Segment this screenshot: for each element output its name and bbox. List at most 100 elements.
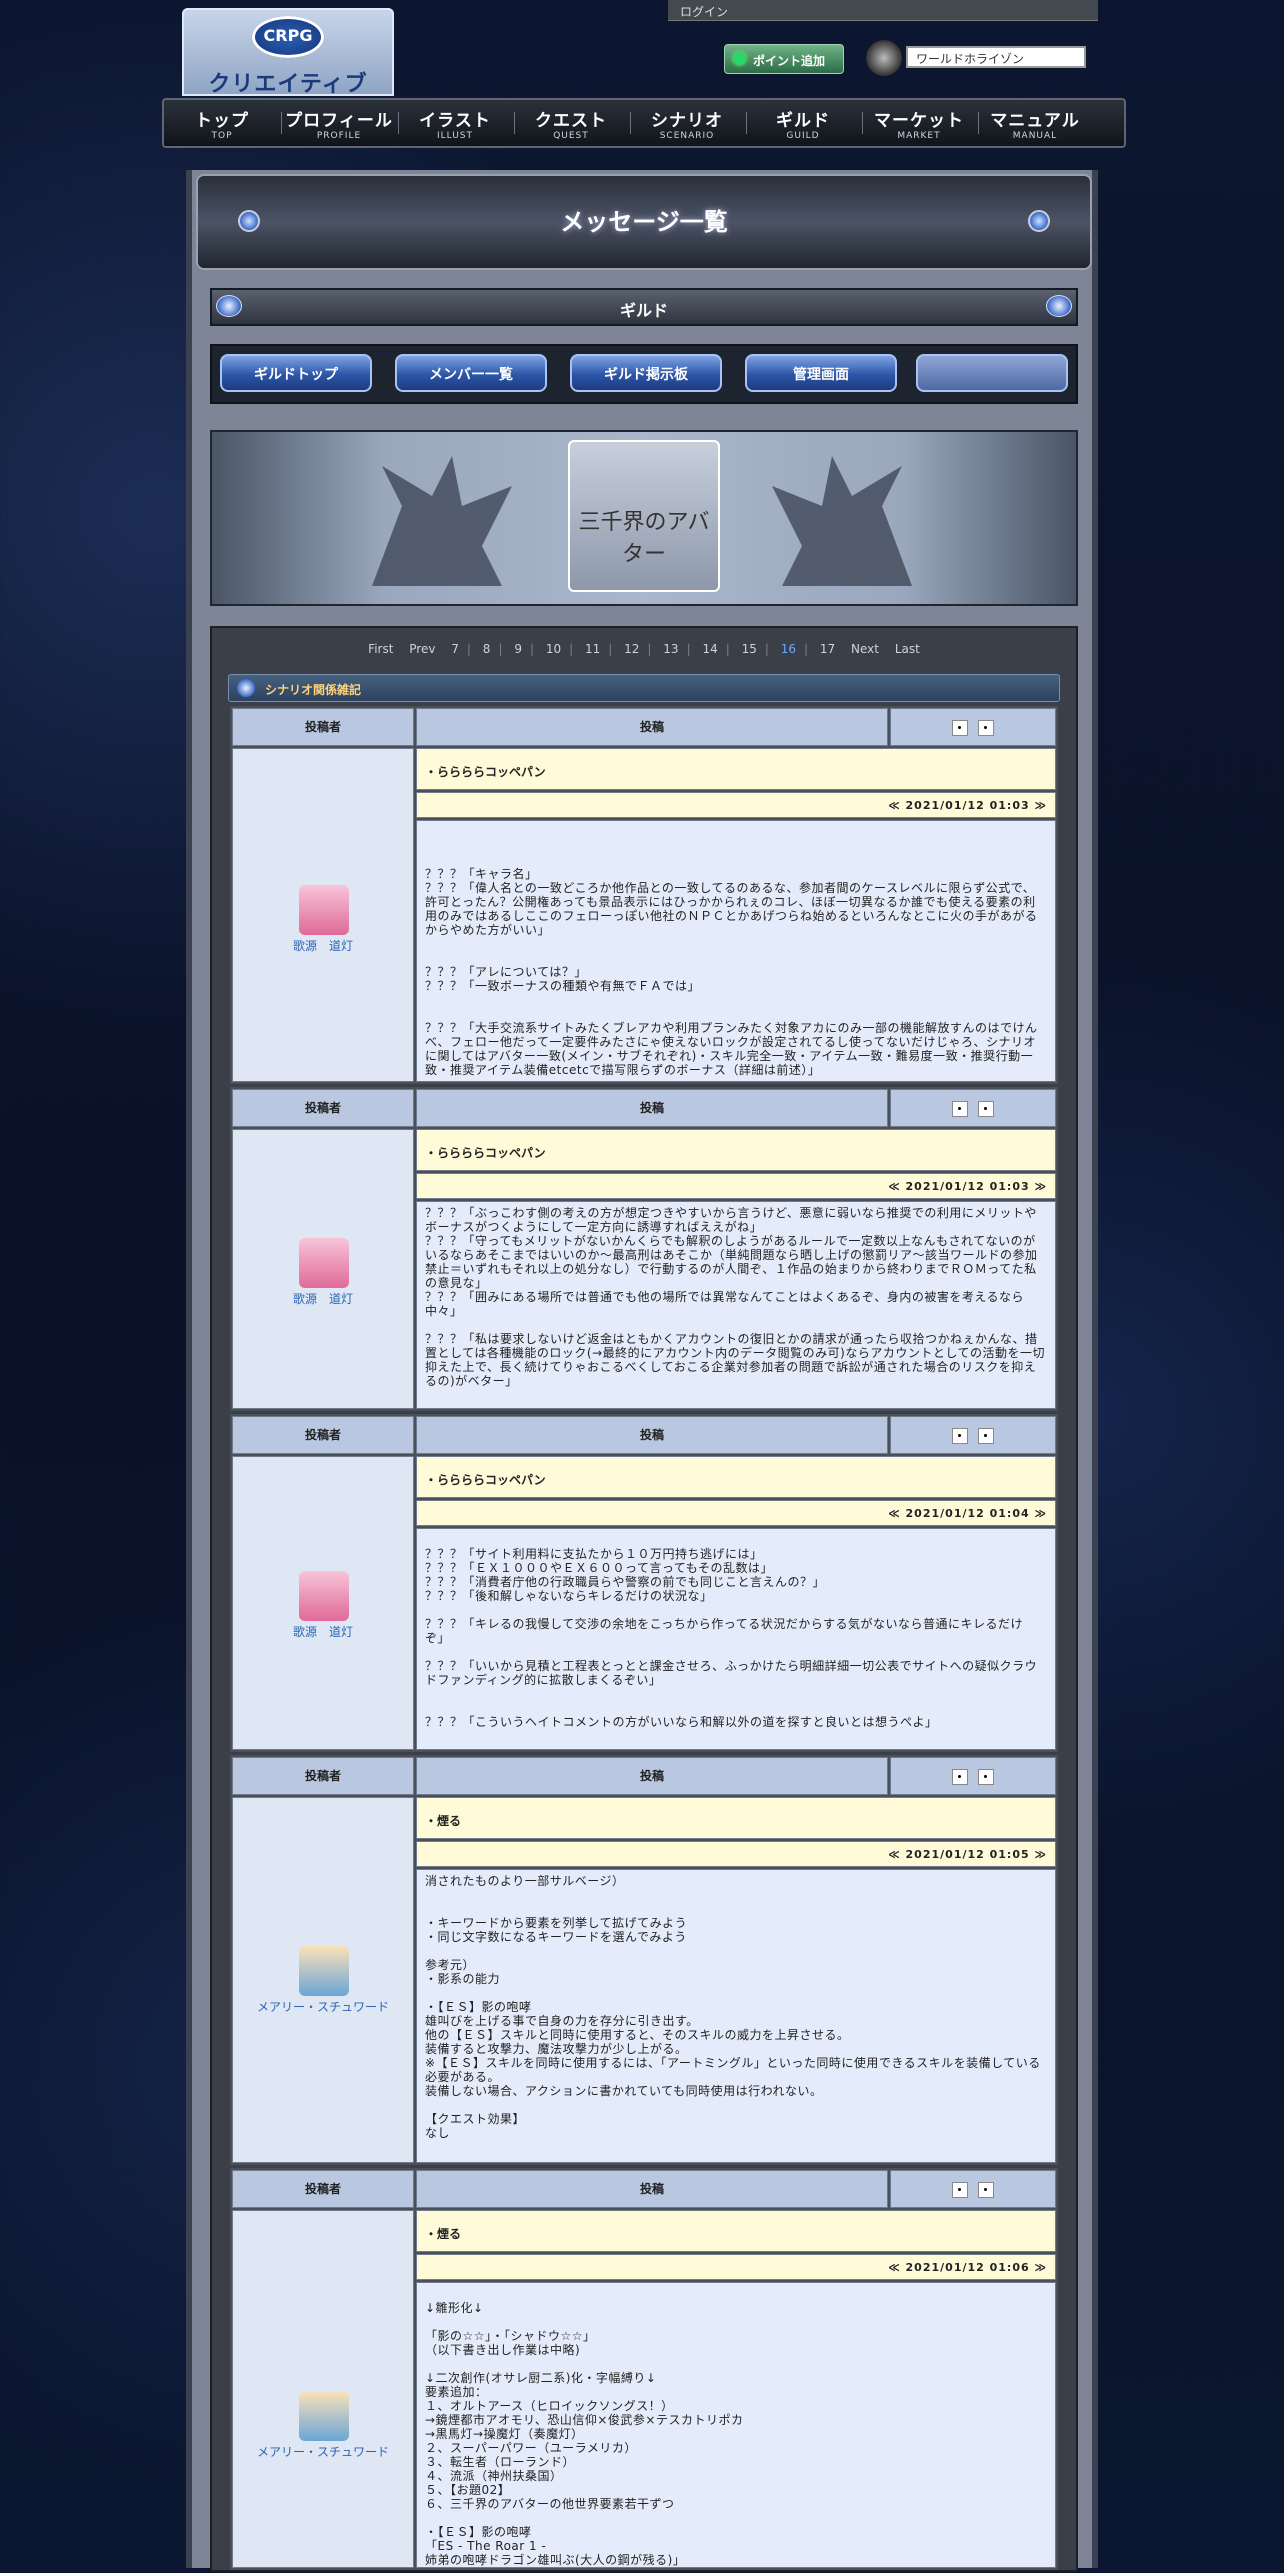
post-text: ↓雛形化↓ 「影の☆☆」・「シャドウ☆☆」 （以下書き出し作業は中略) ↓二次創…: [416, 2282, 1056, 2568]
dragon-left-image: [372, 456, 512, 586]
tab-guild-board[interactable]: ギルド掲示板: [570, 354, 722, 392]
nav-item-market[interactable]: マーケット MARKET: [862, 100, 976, 146]
world-selector: ワールドホライゾン: [866, 40, 1100, 76]
author-header: 投稿者: [232, 2170, 414, 2208]
avatar[interactable]: [299, 1946, 349, 1996]
guild-bar: ギルド: [210, 288, 1078, 326]
pager-page[interactable]: 14: [702, 642, 717, 656]
avatar[interactable]: [299, 1238, 349, 1288]
nav-label: ギルド: [776, 111, 830, 131]
tab-empty[interactable]: [916, 354, 1068, 392]
post-body-row: 歌源 道灯 ・ららららコッペパン ≪ 2021/01/12 01:04 ≫ ？？…: [230, 1456, 1058, 1752]
pager-divider: |: [569, 642, 574, 656]
green-dot-icon: [733, 52, 746, 65]
section-chevron-icon: [237, 679, 255, 697]
pager-prev[interactable]: Prev: [409, 642, 435, 656]
author-cell: 歌源 道灯: [232, 748, 414, 1082]
post-header: 投稿: [416, 1757, 888, 1795]
author-cell: 歌源 道灯: [232, 1456, 414, 1750]
pager-page[interactable]: 17: [820, 642, 835, 656]
pager-page[interactable]: 7: [451, 642, 459, 656]
dice-cell: [890, 1089, 1056, 1127]
nav-item-manual[interactable]: マニュアル MANUAL: [978, 100, 1092, 146]
author-cell: メアリー・スチュワード: [232, 1797, 414, 2163]
post-date: ≪ 2021/01/12 01:04 ≫: [416, 1500, 1056, 1526]
post-list: 投稿者 投稿 歌源 道灯 ・ららららコッペパン ≪ 2021/01/12 01:…: [230, 706, 1058, 2573]
guild-emblem-text: 三千界のアバター: [578, 510, 710, 567]
logo-badge-text: CRPG: [263, 26, 313, 45]
tab-guild-top[interactable]: ギルドトップ: [220, 354, 372, 392]
post-content: ・ららららコッペパン ≪ 2021/01/12 01:03 ≫ ？？？「ぶっこわ…: [416, 1129, 1056, 1409]
world-select[interactable]: ワールドホライゾン: [906, 46, 1086, 68]
pager-page[interactable]: 13: [663, 642, 678, 656]
post-item: 投稿者 投稿 歌源 道灯 ・ららららコッペパン ≪ 2021/01/12 01:…: [230, 706, 1058, 1084]
author-header: 投稿者: [232, 1089, 414, 1127]
author-name[interactable]: メアリー・スチュワード: [233, 2443, 413, 2460]
post-item: 投稿者 投稿 メアリー・スチュワード ・煙る ≪ 2021/01/12 01:0…: [230, 2168, 1058, 2570]
author-name[interactable]: メアリー・スチュワード: [233, 1998, 413, 2015]
pager-first[interactable]: First: [368, 642, 393, 656]
avatar[interactable]: [299, 2391, 349, 2441]
post-subject: ・煙る: [416, 1797, 1056, 1839]
author-name[interactable]: 歌源 道灯: [233, 1290, 413, 1307]
site-logo[interactable]: CRPG クリエイティブRPG: [182, 8, 394, 123]
nav-item-top[interactable]: トップ TOP: [165, 100, 279, 146]
nav-sublabel: GUILD: [786, 131, 820, 141]
author-header: 投稿者: [232, 708, 414, 746]
nav-sublabel: ILLUST: [436, 131, 474, 141]
dice-cell: [890, 1416, 1056, 1454]
post-text: ？？？「キャラ名」 ？？？「偉人名との一致どころか他作品との一致してるのあるな、…: [416, 820, 1056, 1082]
pager-divider: |: [529, 642, 534, 656]
dice-icon: [978, 1427, 994, 1444]
nav-label: イラスト: [419, 111, 491, 131]
title-plate: メッセージ一覧: [196, 174, 1092, 270]
pager-current-page: 16: [780, 642, 797, 656]
pager-divider: |: [647, 642, 652, 656]
nav-item-guild[interactable]: ギルド GUILD: [746, 100, 860, 146]
add-points-button[interactable]: ポイント追加: [724, 44, 844, 74]
author-name[interactable]: 歌源 道灯: [233, 1623, 413, 1640]
avatar[interactable]: [299, 1571, 349, 1621]
pager-divider: |: [804, 642, 809, 656]
nav-label: マニュアル: [990, 111, 1080, 131]
nav-item-scenario[interactable]: シナリオ SCENARIO: [630, 100, 744, 146]
author-cell: 歌源 道灯: [232, 1129, 414, 1409]
post-item: 投稿者 投稿 歌源 道灯 ・ららららコッペパン ≪ 2021/01/12 01:…: [230, 1087, 1058, 1411]
nav-label: マーケット: [874, 111, 964, 131]
pager-page[interactable]: 8: [483, 642, 491, 656]
page-title: メッセージ一覧: [560, 208, 728, 236]
login-link[interactable]: ログイン: [680, 3, 728, 20]
next-arrow-icon[interactable]: [1046, 295, 1072, 317]
post-content: ・ららららコッペパン ≪ 2021/01/12 01:04 ≫ ？？？「サイト利…: [416, 1456, 1056, 1750]
dice-icon: [978, 1100, 994, 1117]
dice-cell: [890, 2170, 1056, 2208]
nav-sublabel: QUEST: [553, 131, 589, 141]
dice-icon: [952, 1427, 968, 1444]
pager-page[interactable]: 9: [514, 642, 522, 656]
guild-emblem: 三千界のアバター: [568, 440, 720, 592]
tab-admin[interactable]: 管理画面: [745, 354, 897, 392]
post-body-row: メアリー・スチュワード ・煙る ≪ 2021/01/12 01:06 ≫ ↓雛形…: [230, 2210, 1058, 2570]
pager-page[interactable]: 10: [546, 642, 561, 656]
tab-member-list[interactable]: メンバー一覧: [395, 354, 547, 392]
author-header: 投稿者: [232, 1416, 414, 1454]
nav-item-quest[interactable]: クエスト QUEST: [514, 100, 628, 146]
post-content: ・煙る ≪ 2021/01/12 01:05 ≫ 消されたものより一部サルベージ…: [416, 1797, 1056, 2163]
pager-next[interactable]: Next: [851, 642, 879, 656]
main-frame: メッセージ一覧 ギルド ギルドトップ メンバー一覧 ギルド掲示板 管理画面 三千…: [186, 170, 1098, 2572]
pager-page[interactable]: 15: [742, 642, 757, 656]
section-header: シナリオ関係雑記: [228, 674, 1060, 702]
pager-page[interactable]: 11: [585, 642, 600, 656]
pager-page[interactable]: 12: [624, 642, 639, 656]
post-header: 投稿: [416, 1416, 888, 1454]
avatar[interactable]: [299, 885, 349, 935]
add-points-label: ポイント追加: [753, 54, 826, 68]
post-text: 消されたものより一部サルベージ） ・キーワードから要素を列挙して拡げてみよう ・…: [416, 1869, 1056, 2163]
nav-label: クエスト: [535, 111, 607, 131]
post-subject: ・ららららコッペパン: [416, 1456, 1056, 1498]
author-name[interactable]: 歌源 道灯: [233, 937, 413, 954]
nav-item-illust[interactable]: イラスト ILLUST: [398, 100, 512, 146]
pager-last[interactable]: Last: [895, 642, 920, 656]
nav-item-profile[interactable]: プロフィール PROFILE: [282, 100, 396, 146]
nav-sublabel: PROFILE: [316, 131, 362, 141]
